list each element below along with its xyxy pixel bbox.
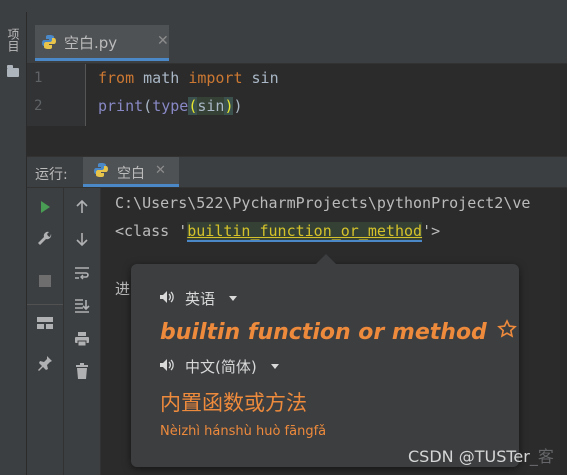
layout-icon[interactable] <box>27 310 63 336</box>
line-number: 2 <box>34 98 43 114</box>
code-token: ) <box>233 97 243 115</box>
target-language-row[interactable]: 中文(简体) <box>159 356 279 377</box>
speaker-icon[interactable] <box>159 358 175 376</box>
run-tab-label: 空白 <box>117 166 145 182</box>
watermark-text: CSDN @TUSTer <box>408 447 530 466</box>
code-token: math <box>143 69 180 87</box>
run-toolbar-primary <box>27 188 64 475</box>
run-toolbar-secondary <box>64 188 101 475</box>
arrow-down-icon[interactable] <box>64 226 100 252</box>
editor-tab[interactable]: 空白.py ✕ <box>35 25 169 61</box>
code-line: from math import sin <box>98 69 279 87</box>
source-term-text: builtin function or method <box>160 319 487 345</box>
speaker-icon[interactable] <box>159 290 175 308</box>
code-token: import <box>188 69 243 87</box>
soft-wrap-icon[interactable] <box>64 260 100 286</box>
chevron-down-icon <box>229 296 238 301</box>
class-prefix: <class ' <box>115 222 188 240</box>
run-tool-header: 运行: 空白 ✕ <box>27 157 567 188</box>
translated-text: 内置函数或方法 <box>160 391 307 415</box>
console-path-line: C:\Users\522\PycharmProjects\pythonProje… <box>115 194 531 212</box>
trash-icon[interactable] <box>64 358 100 384</box>
python-file-icon <box>41 34 57 54</box>
editor-tab-label: 空白.py <box>64 34 118 52</box>
pinyin-text: Nèizhì hánshù huò fāngfǎ <box>160 424 327 439</box>
top-strip <box>0 0 567 12</box>
project-tool-label[interactable]: 项目 <box>5 28 21 52</box>
editor-tab-bar: 空白.py ✕ <box>27 12 567 64</box>
line-number: 1 <box>34 70 43 86</box>
code-token: ( <box>188 97 198 115</box>
print-icon[interactable] <box>64 326 100 352</box>
code-token: type <box>152 97 189 115</box>
translation-popup: 英语 builtin function or method 中文(简体) 内置函… <box>131 254 519 467</box>
code-token: print <box>98 97 144 115</box>
stop-icon[interactable] <box>27 268 63 294</box>
console-class-line: <class 'builtin_function_or_method'> <box>115 222 441 242</box>
code-token: from <box>98 69 135 87</box>
selected-class-name[interactable]: builtin_function_or_method <box>187 222 423 242</box>
code-line: print(type(sin)) <box>98 97 243 115</box>
python-file-icon <box>93 162 109 182</box>
scroll-to-end-icon[interactable] <box>64 292 100 318</box>
chevron-down-icon <box>270 364 279 369</box>
csdn-watermark: CSDN @TUSTer_客 <box>408 443 554 467</box>
code-token: ( <box>143 97 153 115</box>
pin-icon[interactable] <box>27 350 63 376</box>
watermark-tail: _客 <box>529 447 554 466</box>
editor-empty-area <box>27 126 567 157</box>
folder-icon[interactable] <box>7 65 19 77</box>
source-term: builtin function or method <box>160 319 517 345</box>
target-language-label: 中文(简体) <box>185 358 257 376</box>
class-suffix: '> <box>422 222 441 240</box>
arrow-up-icon[interactable] <box>64 194 100 220</box>
line-number-gutter: 1 2 <box>27 64 86 126</box>
code-token: sin <box>251 69 279 87</box>
close-icon[interactable]: ✕ <box>155 163 166 178</box>
code-token: sin <box>197 97 225 115</box>
run-tab[interactable]: 空白 ✕ <box>83 157 179 187</box>
code-editor[interactable]: 1 2 from math import sin print(type(sin)… <box>27 64 567 126</box>
popup-arrow <box>315 254 337 265</box>
star-icon[interactable] <box>496 319 517 345</box>
close-icon[interactable]: ✕ <box>157 33 169 49</box>
project-tool-window-bar: 项目 <box>0 12 27 475</box>
run-label: 运行: <box>35 167 68 183</box>
toolbar-divider <box>27 296 63 305</box>
wrench-icon[interactable] <box>27 226 63 252</box>
console-partial-line: 进 <box>115 280 131 298</box>
run-icon[interactable] <box>27 194 63 220</box>
source-language-row[interactable]: 英语 <box>159 288 238 309</box>
source-language-label: 英语 <box>185 290 216 308</box>
